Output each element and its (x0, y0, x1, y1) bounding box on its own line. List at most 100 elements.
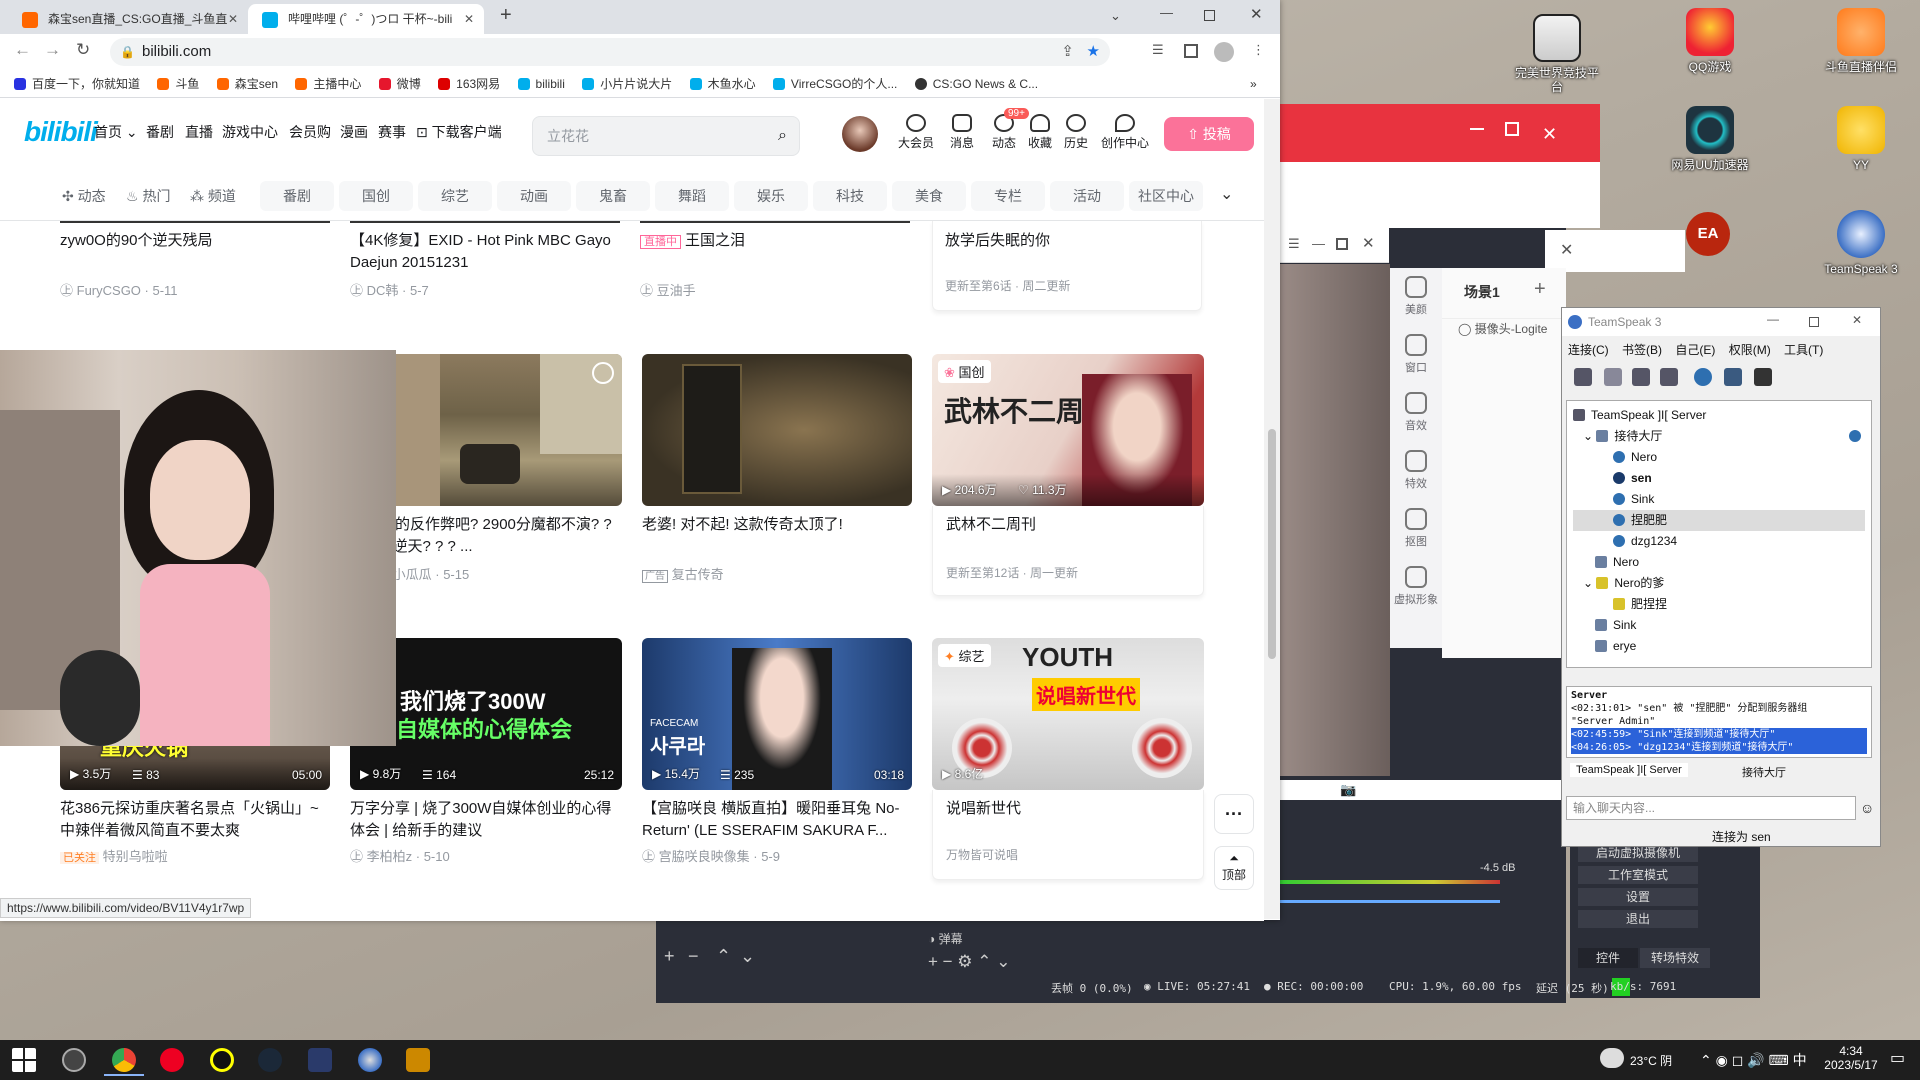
camera-icon[interactable]: 📷 (1340, 782, 1356, 798)
start-button[interactable] (4, 1044, 44, 1076)
video-title[interactable]: 【4K修复】EXID - Hot Pink MBC Gayo Daejun 20… (350, 230, 620, 274)
close-tab-icon[interactable]: ✕ (464, 4, 474, 34)
desktop-icon-uu[interactable]: 网易UU加速器 (1665, 106, 1755, 172)
bookmark-item[interactable]: 斗鱼 (157, 70, 199, 98)
contacts-icon[interactable] (1724, 368, 1742, 386)
taskbar-app[interactable] (104, 1044, 144, 1076)
channel-hot[interactable]: ♨ 热门 (126, 186, 170, 206)
back-icon[interactable]: ← (14, 40, 31, 60)
connect-icon[interactable] (1574, 368, 1592, 386)
video-up[interactable]: ㊤ FuryCSGO · 5-11 (60, 280, 178, 299)
ad-info[interactable]: 广告 复古传奇 (642, 564, 724, 583)
close-icon[interactable]: ✕ (1362, 234, 1375, 252)
mic-icon[interactable] (1632, 368, 1650, 386)
tab-transitions[interactable]: 转场特效 (1640, 948, 1710, 968)
share-icon[interactable]: ⇪ (1061, 38, 1074, 66)
menu-tools[interactable]: 工具(T) (1784, 343, 1823, 357)
chip-anime[interactable]: 番剧 (260, 181, 334, 211)
chip-variety[interactable]: 综艺 (418, 181, 492, 211)
upload-button[interactable]: ⇧ 投稿 (1164, 117, 1254, 151)
maximize-icon[interactable] (1809, 317, 1819, 327)
settings-button[interactable]: 设置 (1578, 888, 1698, 906)
channel-dynamic[interactable]: ✣ 动态 (62, 186, 106, 206)
minimize-icon[interactable] (1470, 128, 1484, 130)
down-icon[interactable]: ⌄ (740, 946, 755, 967)
audio-tool[interactable]: 音效 (1390, 384, 1442, 442)
add-scene-icon[interactable]: + (1534, 278, 1546, 301)
remove-icon[interactable]: − (688, 946, 699, 967)
studio-mode-button[interactable]: 工作室模式 (1578, 866, 1698, 884)
menu-bookmarks[interactable]: 书签(B) (1622, 343, 1662, 357)
taskbar-app[interactable] (398, 1044, 438, 1076)
video-thumbnail[interactable]: YOUTH 说唱新世代 ✦ 综艺 ▶ 8.6亿 (932, 638, 1204, 790)
video-up[interactable]: ㊤ 宫脇咲良映像集 · 5-9 (642, 846, 780, 865)
desktop-icon-douyu[interactable]: 斗鱼直播伴侣 (1816, 8, 1906, 74)
side-panel-icon[interactable] (1184, 44, 1198, 58)
avatar-tool[interactable]: 虚拟形象 (1390, 558, 1442, 616)
bookmark-item[interactable]: 主播中心 (295, 70, 361, 98)
user-row-selected[interactable]: 捏肥肥 (1573, 510, 1865, 531)
bookmark-item[interactable]: 小片片说大片 (582, 70, 672, 98)
source-item[interactable]: ◑ 弹幕 (928, 930, 963, 947)
channel-channels[interactable]: ⁂ 频道 (190, 186, 236, 206)
video-title[interactable]: 直播中 王国之泪 (640, 230, 910, 253)
menu-icon[interactable]: ☰ (1288, 236, 1300, 252)
video-thumbnail[interactable]: FACECAM 사쿠라 ▶ 15.4万 ☰ 235 03:18 (642, 638, 912, 790)
menu-icon[interactable]: ⋮ (1252, 42, 1265, 58)
exit-button[interactable]: 退出 (1578, 910, 1698, 928)
minimize-icon[interactable]: — (1160, 5, 1173, 20)
clock[interactable]: 4:34 2023/5/17 (1816, 1044, 1886, 1072)
close-icon[interactable]: ✕ (1560, 240, 1573, 260)
bookmark-item[interactable]: 森宝sen (216, 70, 278, 98)
channel-row[interactable]: ⌄ 接待大厅 (1573, 426, 1865, 447)
nav-live[interactable]: 直播 (185, 122, 213, 142)
scrollbar[interactable] (1264, 99, 1280, 919)
scrollbar-thumb[interactable] (1268, 429, 1276, 659)
taskbar-app[interactable] (350, 1044, 390, 1076)
minimize-icon[interactable]: — (1312, 236, 1325, 251)
bookmark-item[interactable]: bilibili (517, 70, 565, 98)
more-bookmarks-icon[interactable]: » (1250, 70, 1257, 98)
desktop-icon-yy[interactable]: YY (1816, 106, 1906, 172)
video-title[interactable]: 花386元探访重庆著名景点「火锅山」~中辣伴着微风简直不要太爽 (60, 798, 330, 842)
bilibili-logo[interactable]: bilibili (24, 116, 98, 148)
chip-entertainment[interactable]: 娱乐 (734, 181, 808, 211)
desktop-icon-perfect-world[interactable]: 完美世界竞技平台 (1512, 14, 1602, 94)
disconnect-icon[interactable] (1604, 368, 1622, 386)
search-icon[interactable]: ⌕ (778, 117, 787, 155)
menu-self[interactable]: 自己(E) (1675, 343, 1715, 357)
user-row[interactable]: Nero (1573, 447, 1865, 468)
header-creator[interactable]: 创作中心 (1096, 114, 1154, 151)
tab-controls[interactable]: 控件 (1578, 948, 1638, 968)
maximize-icon[interactable] (1336, 238, 1348, 250)
channel-row[interactable]: erye (1573, 636, 1865, 657)
header-messages[interactable]: 消息 (940, 114, 984, 151)
tab-bilibili[interactable]: 哔哩哔哩 (゜-゜)つロ 干杯~-bili ✕ (248, 4, 484, 34)
nav-anime[interactable]: 番剧 (146, 122, 174, 142)
chip-guichu[interactable]: 鬼畜 (576, 181, 650, 211)
chip-dance[interactable]: 舞蹈 (655, 181, 729, 211)
bookmark-star-icon[interactable]: ★ (1087, 38, 1100, 66)
up-icon[interactable]: ⌃ (716, 946, 731, 967)
taskbar-app[interactable] (152, 1044, 192, 1076)
nav-download[interactable]: ⊡ 下载客户端 (416, 122, 502, 142)
bookmark-item[interactable]: 微博 (378, 70, 421, 98)
pgc-card[interactable]: 放学后失眠的你 更新至第6话 · 周二更新 (932, 221, 1202, 311)
channel-row[interactable]: Sink (1573, 615, 1865, 636)
bookmark-item[interactable]: 木鱼水心 (689, 70, 756, 98)
user-row[interactable]: sen (1573, 468, 1865, 489)
chat-tab-server[interactable]: TeamSpeak ]I[ Server (1570, 763, 1688, 777)
add-icon[interactable]: + (664, 946, 675, 967)
close-icon[interactable]: ✕ (1852, 313, 1862, 327)
channel-row[interactable]: 肥捏捏 (1573, 594, 1865, 615)
taskbar-app[interactable] (250, 1044, 290, 1076)
bookmark-item[interactable]: CS:GO News & C... (914, 70, 1038, 98)
add-icon[interactable]: + − ⚙ ⌃ ⌄ (928, 952, 1010, 972)
nav-mall[interactable]: 会员购 (289, 122, 331, 142)
nav-home[interactable]: 首页 ⌄ (94, 122, 138, 142)
close-tab-icon[interactable]: ✕ (228, 4, 238, 34)
profile-icon[interactable] (1214, 42, 1234, 62)
close-icon[interactable]: ✕ (1250, 5, 1263, 23)
video-up[interactable]: 已关注 特别乌啦啦 (60, 846, 168, 865)
matting-tool[interactable]: 抠图 (1390, 500, 1442, 558)
